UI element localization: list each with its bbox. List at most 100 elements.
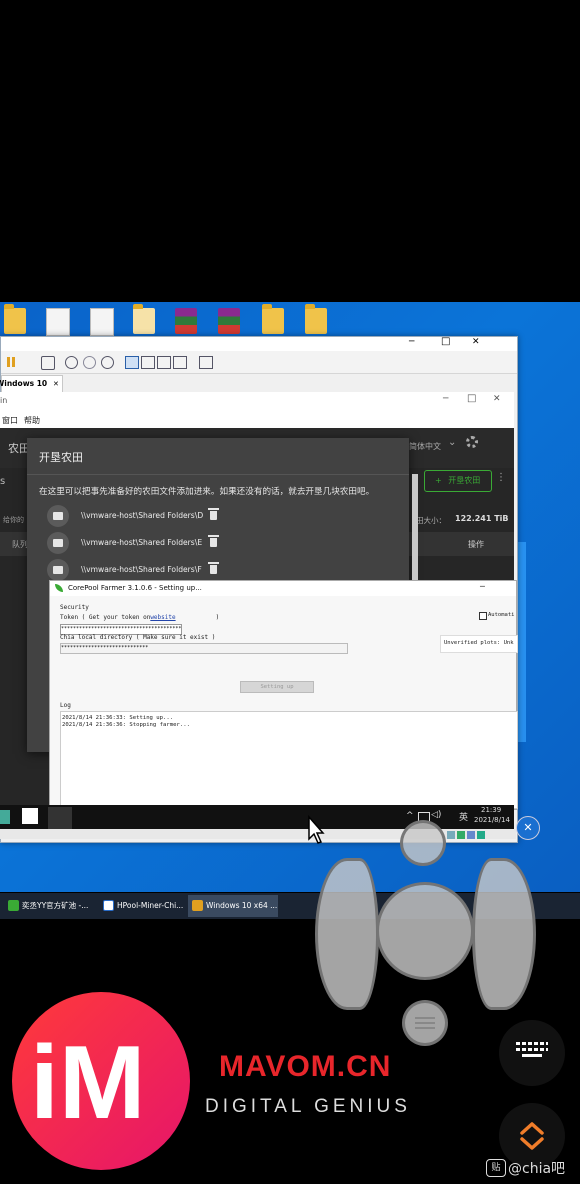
- token-label: Token ( Get your token onwebsite): [60, 614, 220, 621]
- taskbar-item-active[interactable]: Windows 10 x64 ...: [188, 895, 278, 917]
- clock-time[interactable]: 21:39: [481, 806, 501, 814]
- close-button[interactable]: ✕: [472, 337, 480, 347]
- console-view-icon[interactable]: [141, 356, 155, 369]
- automation-checkbox[interactable]: [479, 612, 487, 620]
- joystick-menu-button[interactable]: [402, 1000, 448, 1046]
- rar-archive-icon[interactable]: [175, 308, 197, 334]
- maximize-button[interactable]: □: [467, 393, 476, 404]
- overlay-close-button[interactable]: ✕: [516, 816, 540, 840]
- actions-header: 操作: [468, 540, 484, 549]
- gear-icon[interactable]: [466, 436, 478, 448]
- tagline: DIGITAL GENIUS: [205, 1096, 411, 1117]
- tray-chevron-icon[interactable]: ^: [406, 811, 414, 821]
- tray-icon[interactable]: [457, 831, 465, 839]
- folder-icon[interactable]: [305, 304, 327, 334]
- close-button[interactable]: ✕: [493, 394, 501, 404]
- dialog-scrollbar[interactable]: [412, 474, 418, 586]
- tray-icon[interactable]: [477, 831, 485, 839]
- taskbar-item-label: HPool-Miner-Chi...: [117, 901, 184, 910]
- rar-archive-icon[interactable]: [218, 308, 240, 334]
- minimize-button[interactable]: ─: [409, 337, 414, 347]
- tray-icons: [447, 830, 503, 842]
- send-keys-icon[interactable]: [41, 356, 55, 370]
- taskbar-item[interactable]: 奕丞YY官方矿池 -...: [4, 895, 96, 917]
- tray-icon[interactable]: [447, 831, 455, 839]
- chevron-up-down-icon: [520, 1122, 544, 1150]
- joystick-up-button[interactable]: [400, 820, 446, 866]
- pause-icon[interactable]: [7, 357, 10, 367]
- cursor-icon: [308, 815, 325, 844]
- unverified-plots-label: Unverified plots: Unk: [444, 640, 514, 646]
- plot-path-row: \\vmware-host\Shared Folders\D: [47, 505, 387, 529]
- snapshot-icon[interactable]: [65, 356, 78, 369]
- app-icon[interactable]: [0, 810, 10, 824]
- document-icon[interactable]: [90, 308, 114, 336]
- plot-path: \\vmware-host\Shared Folders\D: [81, 511, 204, 520]
- window-title: in: [0, 396, 8, 405]
- ime-indicator[interactable]: 英: [459, 810, 468, 823]
- chevron-down-icon[interactable]: ⌄: [448, 437, 456, 448]
- queue-header: 队列: [12, 540, 28, 549]
- tab-windows10[interactable]: Windows 10 x64 ✕: [0, 375, 63, 404]
- delete-icon[interactable]: [208, 535, 219, 547]
- keyboard-icon: [516, 1042, 548, 1058]
- directory-input[interactable]: *****************************: [60, 643, 348, 654]
- add-farm-label: 开垦农田: [448, 476, 481, 485]
- tieba-badge: 贴: [486, 1159, 506, 1177]
- log-line: 2021/8/14 21:36:36: Stopping farmer...: [62, 722, 190, 728]
- fullscreen-icon[interactable]: [173, 356, 187, 369]
- document-icon[interactable]: [46, 308, 70, 336]
- library-view-icon[interactable]: [125, 356, 139, 369]
- menu-window[interactable]: 窗口: [2, 415, 18, 426]
- minimize-button[interactable]: ─: [480, 582, 485, 591]
- brand-logo: iM: [12, 992, 190, 1170]
- vmware-titlebar: ─ □ ✕: [1, 336, 517, 351]
- log-box[interactable]: 2021/8/14 21:36:33: Setting up... 2021/8…: [60, 711, 518, 809]
- leaf-icon: [55, 584, 63, 592]
- guest-window-titlebar: in ─ □ ✕: [0, 392, 514, 412]
- taskbar-item[interactable]: HPool-Miner-Chi...: [99, 895, 185, 917]
- delete-icon[interactable]: [208, 562, 219, 574]
- keyboard-button[interactable]: [499, 1020, 565, 1086]
- maximize-button[interactable]: □: [441, 336, 450, 347]
- folder-icon: [47, 559, 69, 581]
- delete-icon[interactable]: [208, 508, 219, 520]
- folder-icon: [47, 505, 69, 527]
- folder-icon[interactable]: [4, 304, 26, 334]
- info-fragment: 给你的: [3, 516, 24, 524]
- dialog-title: 开垦农田: [39, 451, 83, 464]
- language-select[interactable]: 简体中文: [409, 441, 441, 452]
- clock-date[interactable]: 2021/8/14: [474, 816, 510, 824]
- minimize-button[interactable]: ─: [443, 394, 448, 404]
- dialog-description: 在这里可以把事先准备好的农田文件添加进来。如果还没有的话，就去开垦几块农田吧。: [39, 487, 375, 497]
- plot-path-row: \\vmware-host\Shared Folders\E: [47, 532, 387, 556]
- corepool-titlebar: CorePool Farmer 3.1.0.6 - Setting up... …: [50, 581, 516, 596]
- joystick-right-pad[interactable]: [472, 858, 536, 1010]
- corepool-title: CorePool Farmer 3.1.0.6 - Setting up...: [68, 584, 202, 592]
- tray-icon[interactable]: [467, 831, 475, 839]
- menu-help[interactable]: 帮助: [24, 415, 40, 426]
- joystick-center-button[interactable]: [376, 882, 474, 980]
- website-link[interactable]: website: [150, 614, 175, 621]
- add-farm-button[interactable]: + 开垦农田: [424, 470, 492, 492]
- folder-icon[interactable]: [262, 304, 284, 334]
- snapshot-restore-icon[interactable]: [83, 356, 96, 369]
- snapshot-manager-icon[interactable]: [101, 356, 114, 369]
- automation-label: Automati: [488, 612, 515, 618]
- thumbnail-view-icon[interactable]: [157, 356, 171, 369]
- volume-icon[interactable]: ◁): [431, 810, 441, 820]
- log-line: 2021/8/14 21:36:33: Setting up...: [62, 715, 174, 721]
- more-icon[interactable]: ⋮: [496, 472, 506, 483]
- tab-close-icon[interactable]: ✕: [53, 376, 59, 392]
- joystick-left-pad[interactable]: [315, 858, 379, 1010]
- setting-up-button[interactable]: Setting up: [240, 681, 314, 693]
- unity-icon[interactable]: [199, 356, 213, 369]
- site-name: MAVOM.CN: [219, 1050, 392, 1083]
- chia-app-icon[interactable]: [22, 808, 38, 824]
- folder-icon[interactable]: [133, 304, 155, 334]
- corepool-taskbar-icon[interactable]: [48, 807, 72, 831]
- guest-menubar: 窗口 帮助: [0, 412, 514, 429]
- plot-path: \\vmware-host\Shared Folders\F: [81, 565, 202, 574]
- section-fragment: s: [0, 476, 6, 487]
- watermark: @chia吧: [508, 1161, 566, 1177]
